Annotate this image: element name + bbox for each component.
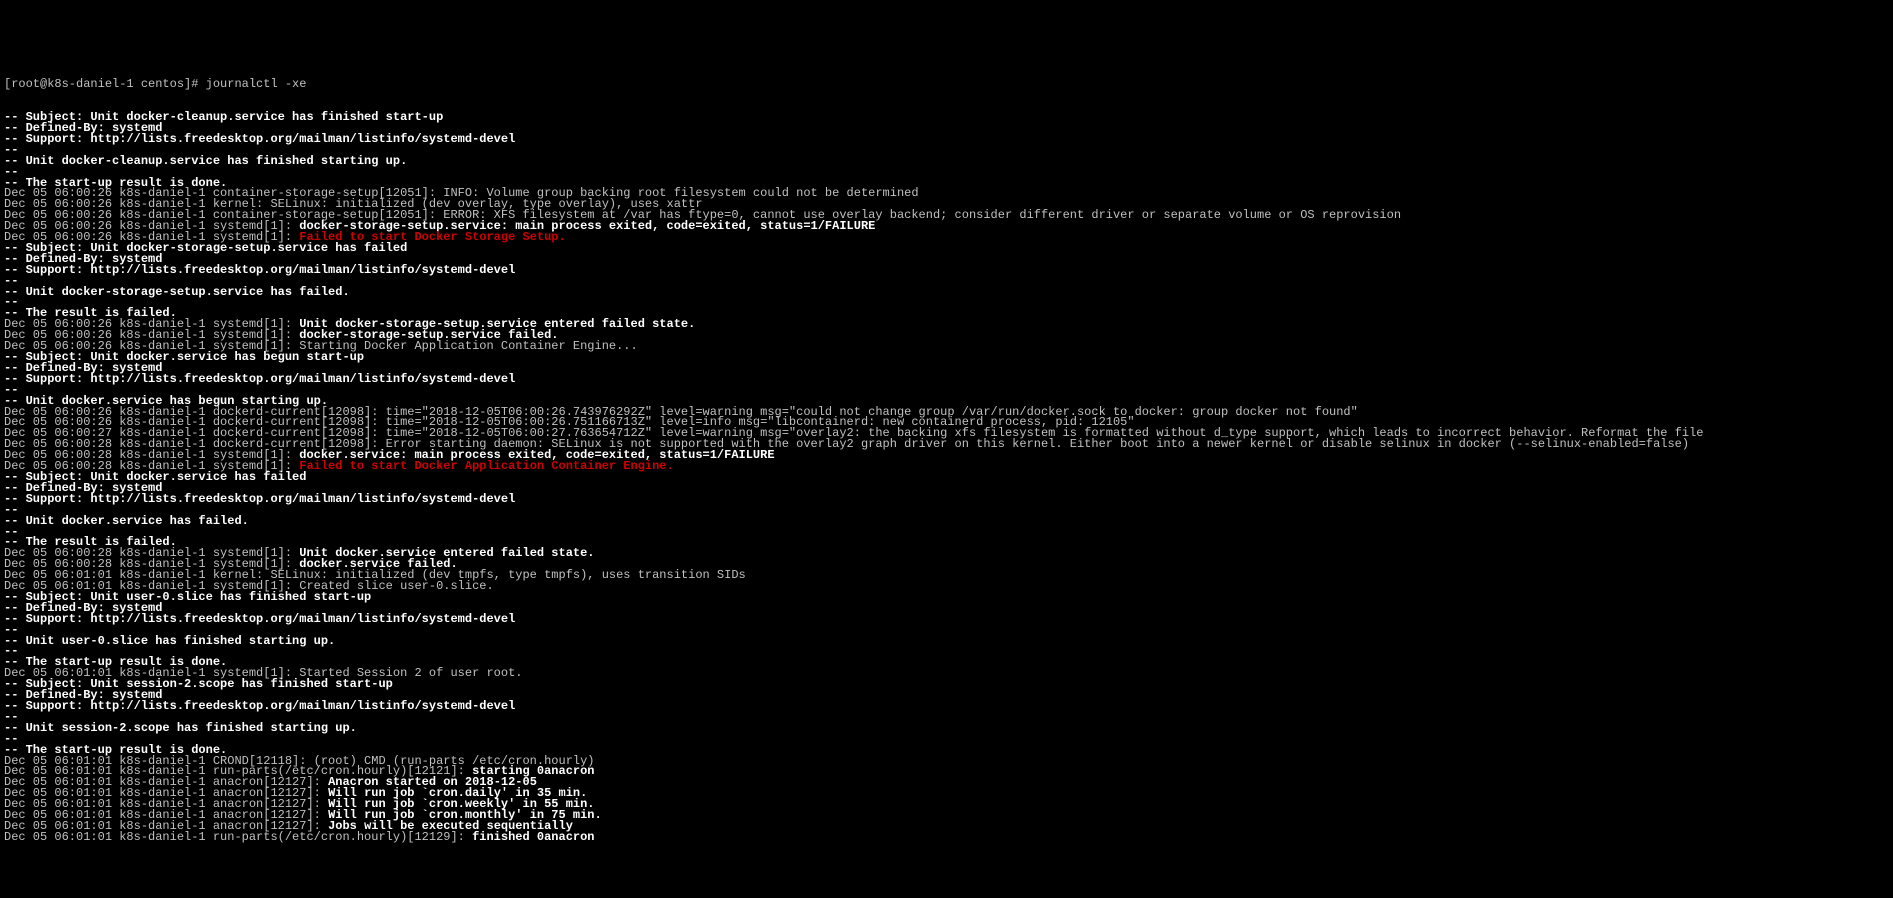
log-line: -- Support: http://lists.freedesktop.org… xyxy=(4,701,1889,712)
log-line: -- Unit docker-storage-setup.service has… xyxy=(4,287,1889,298)
log-bold-text: -- Support: http://lists.freedesktop.org… xyxy=(4,263,515,277)
log-line: -- Subject: Unit docker.service has begu… xyxy=(4,352,1889,363)
log-text: Dec 05 06:01:01 k8s-daniel-1 run-parts(/… xyxy=(4,830,472,844)
log-bold-text: -- Support: http://lists.freedesktop.org… xyxy=(4,612,515,626)
log-line: -- Subject: Unit docker.service has fail… xyxy=(4,472,1889,483)
log-line: -- Unit docker-cleanup.service has finis… xyxy=(4,156,1889,167)
log-bold-text: -- Unit docker-storage-setup.service has… xyxy=(4,285,350,299)
log-bold-text: -- Unit user-0.slice has finished starti… xyxy=(4,634,335,648)
log-line: -- Unit user-0.slice has finished starti… xyxy=(4,636,1889,647)
log-line: Dec 05 06:01:01 k8s-daniel-1 run-parts(/… xyxy=(4,832,1889,843)
log-line: -- xyxy=(4,167,1889,178)
log-area: -- Subject: Unit docker-cleanup.service … xyxy=(4,112,1889,843)
shell-prompt: [root@k8s-daniel-1 centos]# xyxy=(4,77,206,91)
log-line: -- Support: http://lists.freedesktop.org… xyxy=(4,494,1889,505)
log-line: -- Unit docker.service has failed. xyxy=(4,516,1889,527)
prompt-line: [root@k8s-daniel-1 centos]# journalctl -… xyxy=(4,79,1889,90)
log-error-text: Failed to start Docker Application Conta… xyxy=(299,459,673,473)
log-bold-text: -- Support: http://lists.freedesktop.org… xyxy=(4,492,515,506)
log-line: -- Unit session-2.scope has finished sta… xyxy=(4,723,1889,734)
log-bold-text: -- Support: http://lists.freedesktop.org… xyxy=(4,699,515,713)
log-line: -- Subject: Unit session-2.scope has fin… xyxy=(4,679,1889,690)
log-line: -- Support: http://lists.freedesktop.org… xyxy=(4,374,1889,385)
log-line: -- Support: http://lists.freedesktop.org… xyxy=(4,134,1889,145)
log-line: -- Subject: Unit docker-cleanup.service … xyxy=(4,112,1889,123)
log-bold-text: finished 0anacron xyxy=(472,830,594,844)
log-line: -- xyxy=(4,646,1889,657)
log-line: -- Support: http://lists.freedesktop.org… xyxy=(4,614,1889,625)
terminal-output[interactable]: [root@k8s-daniel-1 centos]# journalctl -… xyxy=(0,55,1893,857)
command-text: journalctl -xe xyxy=(206,77,307,91)
log-line: -- xyxy=(4,527,1889,538)
log-line: -- xyxy=(4,297,1889,308)
log-line: -- xyxy=(4,505,1889,516)
log-line: -- Subject: Unit docker-storage-setup.se… xyxy=(4,243,1889,254)
log-bold-text: -- Unit session-2.scope has finished sta… xyxy=(4,721,357,735)
log-line: -- Support: http://lists.freedesktop.org… xyxy=(4,265,1889,276)
log-bold-text: -- Support: http://lists.freedesktop.org… xyxy=(4,372,515,386)
log-line: -- Subject: Unit user-0.slice has finish… xyxy=(4,592,1889,603)
log-bold-text: -- Unit docker-cleanup.service has finis… xyxy=(4,154,407,168)
log-bold-text: -- Unit docker.service has failed. xyxy=(4,514,249,528)
log-bold-text: -- Support: http://lists.freedesktop.org… xyxy=(4,132,515,146)
log-line: -- xyxy=(4,734,1889,745)
